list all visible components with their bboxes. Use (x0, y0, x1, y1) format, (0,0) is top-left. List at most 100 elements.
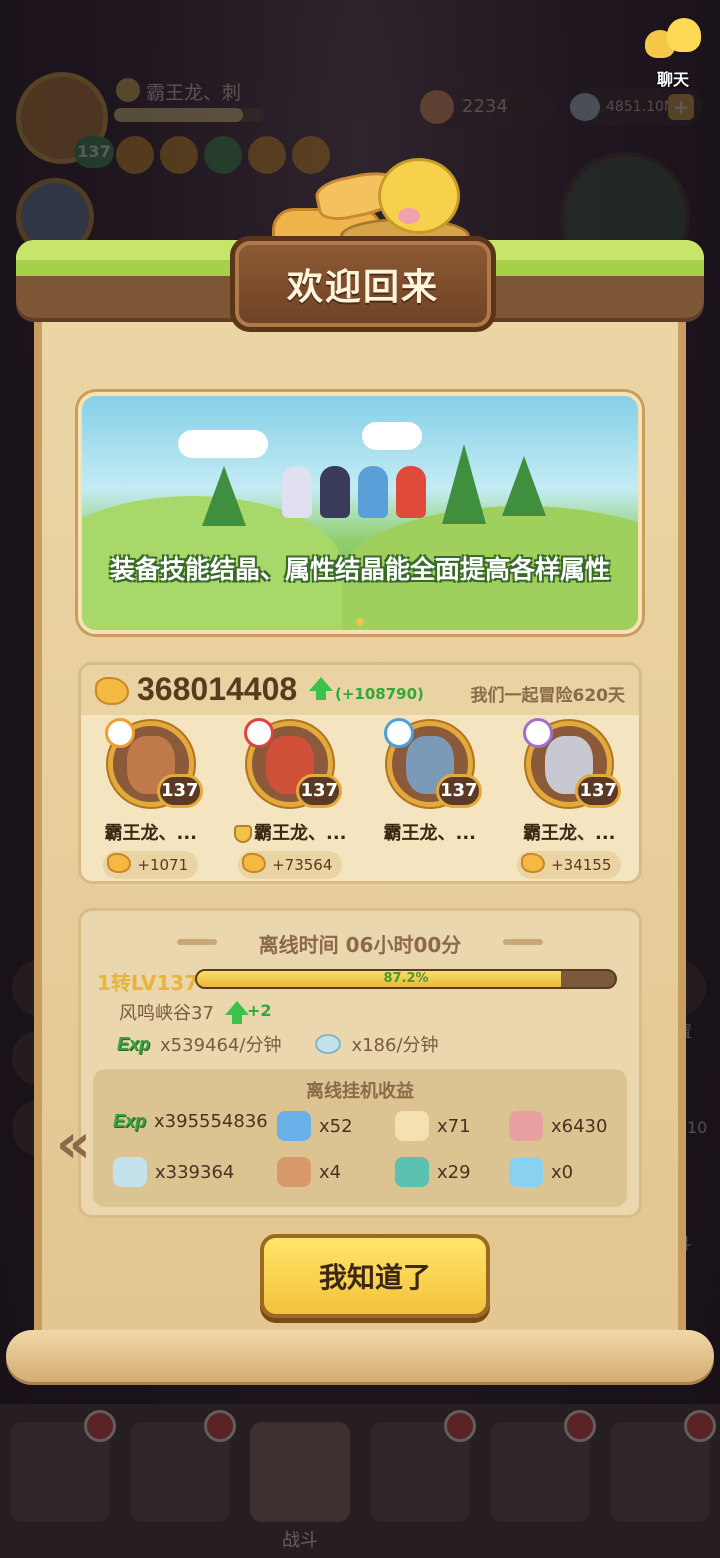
reward-item[interactable]: Exp x395554836 (113, 1111, 268, 1132)
hero-name-text: 霸王龙、... (104, 823, 197, 844)
reward-value: x29 (437, 1161, 471, 1183)
up-arrow-icon (225, 1001, 249, 1024)
hero-name-text: 霸王龙、... (253, 823, 347, 844)
hero-sprite (358, 466, 388, 518)
medal-icon (509, 1111, 543, 1141)
offline-time: 离线时间 06小时00分 (258, 933, 462, 957)
reward-value: x6430 (551, 1115, 608, 1137)
reward-value: x4 (319, 1161, 342, 1183)
level-progress-bar: 87.2% (195, 969, 617, 989)
gold-icon (95, 677, 129, 705)
rewards-box: 离线挂机收益 Exp x395554836 x52 x71 x6430 x339364 x4… (93, 1069, 627, 1207)
banner-heroes (282, 458, 482, 518)
rewards-title: 离线挂机收益 (306, 1081, 414, 1102)
reward-value: x395554836 (154, 1111, 268, 1132)
cloud-icon (178, 430, 268, 458)
dialog-title: 欢迎回来 (286, 267, 439, 308)
tip-banner[interactable]: 装备技能结晶、属性结晶能全面提高各样属性 (78, 392, 642, 634)
reward-value: x52 (319, 1115, 353, 1137)
reward-item[interactable]: x71 (395, 1111, 471, 1141)
banner-tip-text: 装备技能结晶、属性结晶能全面提高各样属性 (109, 555, 610, 584)
tree-icon (502, 456, 546, 516)
team-header: 368014408 (+108790) 我们一起冒险620天 (81, 665, 639, 715)
hero-gold-value: +1071 (137, 856, 189, 874)
hero-gold-value: +34155 (551, 856, 612, 874)
stage-gain: +2 (247, 1001, 272, 1020)
hero-portrait[interactable]: 137 (383, 718, 482, 808)
tree-icon (202, 466, 246, 526)
hero-sprite (396, 466, 426, 518)
chat-button[interactable]: 聊天 (636, 16, 710, 90)
previous-page-button[interactable]: « (56, 1112, 91, 1175)
hero-level-badge: 137 (575, 774, 622, 808)
level-label: 1转LV137 (97, 971, 199, 995)
level-progress-text: 87.2% (383, 971, 429, 986)
reward-value: x339364 (155, 1161, 235, 1183)
hero-name-text: 霸王龙、... (383, 823, 476, 844)
reward-item[interactable]: x29 (395, 1157, 471, 1187)
cloud-icon (362, 422, 422, 450)
hero-sprite (282, 466, 312, 518)
hero-portrait[interactable]: 137 (244, 718, 343, 808)
reward-item[interactable]: x0 (509, 1157, 573, 1187)
hero-card[interactable]: 137 霸王龙、... +73564 (226, 718, 354, 879)
carousel-dot[interactable] (356, 618, 364, 626)
team-gold-gain: (+108790) (335, 685, 424, 703)
hero-portrait[interactable]: 137 (104, 718, 203, 808)
hero-name: 霸王龙、... (366, 819, 494, 845)
gold-icon (107, 853, 132, 873)
team-panel: 368014408 (+108790) 我们一起冒险620天 137 霸王龙、..… (78, 662, 642, 884)
hero-sprite (320, 466, 350, 518)
hero-level-badge: 137 (296, 774, 343, 808)
reward-value: x0 (551, 1161, 574, 1183)
confirm-button[interactable]: 我知道了 (260, 1234, 490, 1318)
hero-name: 霸王龙、... (505, 819, 633, 845)
hero-gold-gain: +34155 (517, 851, 622, 879)
hero-gold-gain: +1071 (103, 851, 199, 879)
team-total-gold: 368014408 (137, 671, 298, 707)
rate-row: Exp x539464/分钟 x186/分钟 (117, 1031, 439, 1057)
hero-card[interactable]: 137 霸王龙、... +34155 (505, 718, 633, 879)
gem-icon (315, 1034, 342, 1054)
shield-icon (233, 825, 252, 843)
exp-icon: Exp (117, 1033, 151, 1054)
hero-gold-gain: +73564 (238, 851, 343, 879)
reward-item[interactable]: x339364 (113, 1157, 234, 1187)
element-icon (383, 718, 414, 748)
element-icon (104, 718, 135, 748)
offline-panel: 离线时间 06小时00分 1转LV137 87.2% 风鸣峡谷37 +2 Exp… (78, 908, 642, 1218)
gem-icon (113, 1157, 147, 1187)
dialog-title-plate: 欢迎回来 (230, 236, 496, 332)
hero-level-badge: 137 (156, 774, 203, 808)
teal-crystal-icon (395, 1157, 429, 1187)
reward-value: x71 (437, 1115, 471, 1137)
reward-item[interactable]: x6430 (509, 1111, 607, 1141)
candle-icon (395, 1111, 429, 1141)
gold-icon (521, 853, 546, 873)
gem-rate: x186/分钟 (351, 1035, 439, 1056)
hero-card[interactable]: 137 霸王龙、... (366, 718, 494, 879)
reward-item[interactable]: x4 (277, 1157, 341, 1187)
chat-label: 聊天 (656, 70, 689, 89)
stage-name: 风鸣峡谷37 (119, 1003, 214, 1024)
scroll-bottom-rod (6, 1330, 714, 1382)
blue-scroll-icon (277, 1111, 311, 1141)
confirm-label: 我知道了 (318, 1261, 431, 1294)
hero-name: 霸王龙、... (226, 819, 354, 845)
reward-item[interactable]: x52 (277, 1111, 353, 1141)
exp-icon: Exp (113, 1111, 147, 1131)
hero-level-badge: 137 (435, 774, 482, 808)
chat-icon (643, 16, 703, 64)
gold-icon (242, 853, 267, 873)
hero-name: 霸王龙、... (87, 819, 215, 845)
up-arrow-icon (309, 677, 333, 700)
adventure-days: 我们一起冒险620天 (470, 686, 626, 706)
meat-icon (277, 1157, 311, 1187)
hero-portrait[interactable]: 137 (523, 718, 622, 808)
hero-card[interactable]: 137 霸王龙、... +1071 (87, 718, 215, 879)
hero-name-text: 霸王龙、... (522, 823, 616, 844)
hero-list: 137 霸王龙、... +1071 137 霸王龙、... +73564 137 霸王龙、..… (81, 718, 639, 879)
ice-crystal-icon (509, 1157, 543, 1187)
exp-rate: x539464/分钟 (160, 1035, 282, 1056)
hero-gold-value: +73564 (272, 856, 333, 874)
